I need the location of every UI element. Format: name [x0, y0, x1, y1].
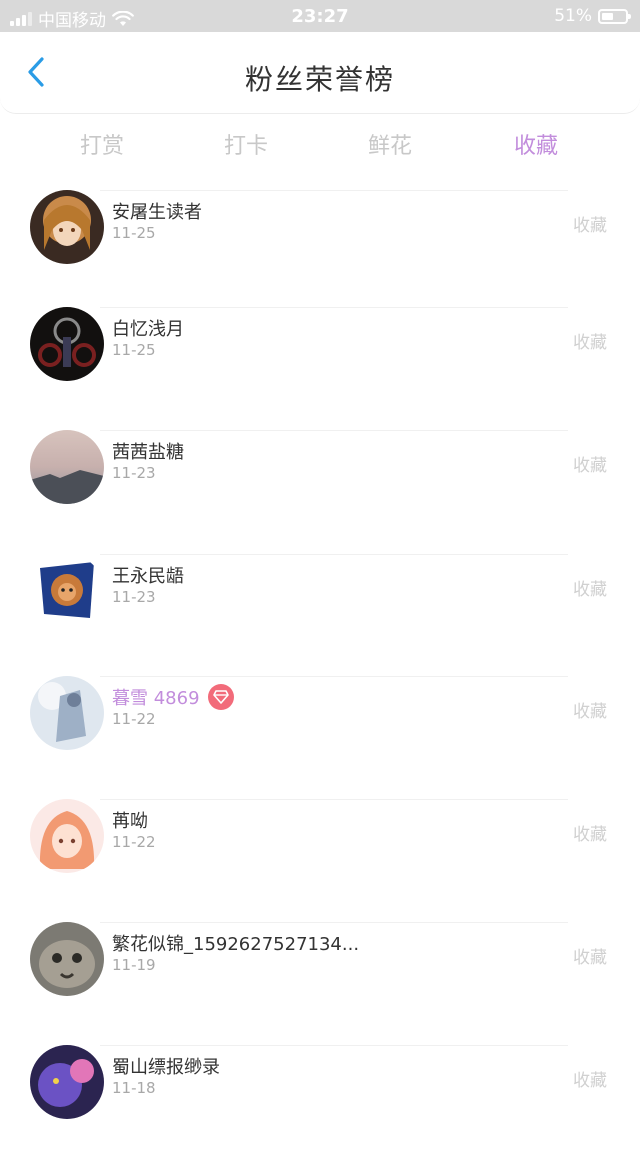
tab-reward[interactable]: 打赏: [42, 128, 162, 160]
battery-percent: 51%: [554, 6, 592, 26]
favorite-label: 收藏: [573, 456, 607, 476]
fan-name: 王永民龉: [112, 566, 184, 587]
battery-icon: [598, 8, 631, 24]
list-item[interactable]: 王永民龉 11-23 收藏: [0, 554, 640, 677]
status-bar: 中国移动 23:27 51%: [0, 0, 640, 32]
fan-name: 繁花似锦_1592627527134...: [112, 934, 360, 955]
diamond-icon: [208, 684, 234, 710]
list-item[interactable]: 茜茜盐糖 11-23 收藏: [0, 430, 640, 553]
fan-name: 白忆浅月: [112, 319, 184, 340]
avatar[interactable]: [30, 430, 104, 504]
avatar[interactable]: [30, 799, 104, 873]
avatar[interactable]: [30, 922, 104, 996]
divider: [100, 554, 568, 555]
avatar[interactable]: [30, 1045, 104, 1119]
avatar[interactable]: [30, 554, 104, 628]
fan-date: 11-23: [112, 464, 156, 482]
divider: [100, 922, 568, 923]
list-item[interactable]: 暮雪 4869 11-22 收藏: [0, 676, 640, 799]
favorite-label: 收藏: [573, 702, 607, 722]
favorite-label: 收藏: [573, 1071, 607, 1091]
fan-date: 11-22: [112, 710, 156, 728]
list-item[interactable]: 安屠生读者 11-25 收藏: [0, 190, 640, 313]
divider: [100, 799, 568, 800]
nav-header: 粉丝荣誉榜: [0, 32, 640, 114]
tab-flowers[interactable]: 鲜花: [330, 128, 450, 160]
battery-fill: [602, 12, 613, 20]
avatar[interactable]: [30, 307, 104, 381]
fan-name: 安屠生读者: [112, 202, 202, 223]
divider: [100, 676, 568, 677]
list-item[interactable]: 蜀山缥报缈录 11-18 收藏: [0, 1045, 640, 1168]
avatar[interactable]: [30, 190, 104, 264]
tab-bar: 打赏 打卡 鲜花 收藏: [0, 118, 640, 168]
divider: [100, 430, 568, 431]
list-item[interactable]: 苒呦 11-22 收藏: [0, 799, 640, 922]
favorite-label: 收藏: [573, 580, 607, 600]
favorite-label: 收藏: [573, 825, 607, 845]
fan-date: 11-23: [112, 588, 156, 606]
tab-favorites[interactable]: 收藏: [476, 128, 596, 160]
fan-date: 11-25: [112, 341, 156, 359]
list-item[interactable]: 繁花似锦_1592627527134... 11-19 收藏: [0, 922, 640, 1045]
divider: [100, 1045, 568, 1046]
favorite-label: 收藏: [573, 948, 607, 968]
fan-name: 苒呦: [112, 811, 148, 832]
avatar[interactable]: [30, 676, 104, 750]
clock: 23:27: [291, 6, 349, 27]
divider: [100, 190, 568, 191]
page-title: 粉丝荣誉榜: [244, 63, 395, 96]
list-item[interactable]: 白忆浅月 11-25 收藏: [0, 307, 640, 430]
tab-checkin[interactable]: 打卡: [186, 128, 306, 160]
fan-name: 茜茜盐糖: [112, 442, 184, 463]
fan-date: 11-25: [112, 224, 156, 242]
fan-date: 11-18: [112, 1079, 156, 1097]
status-bar-right: 51%: [554, 6, 631, 26]
fan-name: 蜀山缥报缈录: [112, 1057, 220, 1078]
favorite-label: 收藏: [573, 216, 607, 236]
favorite-label: 收藏: [573, 333, 607, 353]
divider: [100, 307, 568, 308]
fan-date: 11-22: [112, 833, 156, 851]
fan-name: 暮雪 4869: [112, 688, 200, 709]
fan-date: 11-19: [112, 956, 156, 974]
